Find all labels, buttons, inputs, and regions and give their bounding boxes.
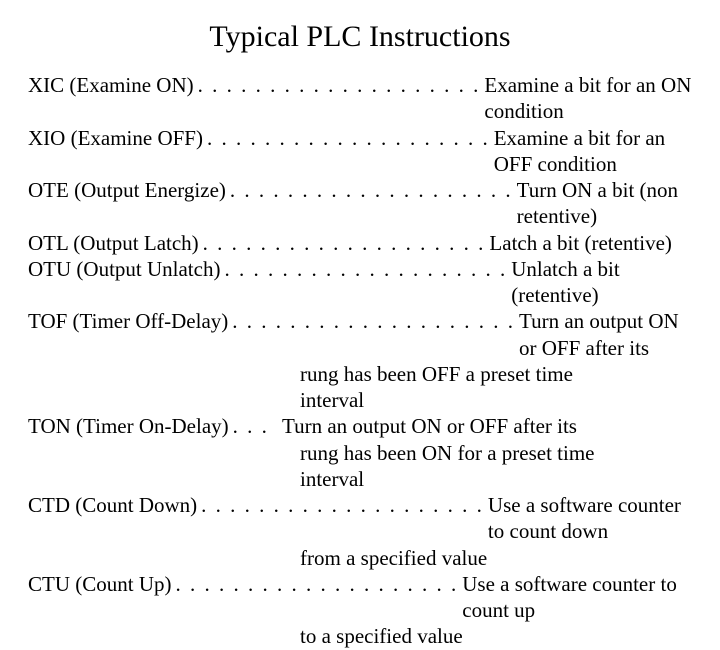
instruction-mnemonic: XIO (Examine OFF) (28, 125, 203, 151)
instruction-description: rung has been ON for a preset time (282, 440, 692, 466)
instruction-row-continuation: interval (28, 466, 692, 492)
page-title: Typical PLC Instructions (28, 20, 692, 54)
instruction-term-cell: CTD (Count Down) (28, 492, 488, 518)
instruction-description: from a specified value (282, 545, 692, 571)
instruction-mnemonic: XIC (Examine ON) (28, 72, 194, 98)
instruction-description: Turn an output ON or OFF after its (519, 308, 692, 361)
instruction-mnemonic: OTL (Output Latch) (28, 230, 199, 256)
leader-dots (194, 72, 485, 98)
instruction-mnemonic: TON (Timer On-Delay) (28, 413, 229, 439)
leader-dots (220, 256, 511, 282)
leader-dots (203, 125, 494, 151)
instruction-term-cell: OTL (Output Latch) (28, 230, 489, 256)
slide: Typical PLC Instructions XIC (Examine ON… (0, 0, 720, 540)
leader-dots (197, 492, 488, 518)
instruction-description: interval (282, 387, 692, 413)
leader-dots (229, 413, 282, 439)
instruction-description: rung has been OFF a preset time (282, 361, 692, 387)
instruction-description: Latch a bit (retentive) (489, 230, 692, 256)
instruction-mnemonic: OTU (Output Unlatch) (28, 256, 220, 282)
instruction-term-cell: CTU (Count Up) (28, 571, 462, 597)
instruction-row-continuation: rung has been OFF a preset time (28, 361, 692, 387)
instruction-description: Turn an output ON or OFF after its (282, 413, 692, 439)
instruction-description: Examine a bit for an OFF condition (494, 125, 692, 178)
instruction-row: OTL (Output Latch) Latch a bit (retentive… (28, 230, 692, 256)
instruction-term-cell: TOF (Timer Off-Delay) (28, 308, 519, 334)
instruction-row-continuation: rung has been ON for a preset time (28, 440, 692, 466)
instruction-description: Use a software counter to count down (488, 492, 692, 545)
instruction-row: CTD (Count Down) Use a software counter t… (28, 492, 692, 545)
instruction-term-cell: OTU (Output Unlatch) (28, 256, 511, 282)
instruction-term-cell: OTE (Output Energize) (28, 177, 517, 203)
instruction-description: Use a software counter to count up (462, 571, 692, 624)
instruction-term-cell: XIO (Examine OFF) (28, 125, 494, 151)
instruction-description: interval (282, 466, 692, 492)
instruction-term-cell: XIC (Examine ON) (28, 72, 484, 98)
instruction-row-continuation: to a specified value (28, 623, 692, 649)
instruction-mnemonic: CTU (Count Up) (28, 571, 172, 597)
instruction-row: TOF (Timer Off-Delay) Turn an output ON o… (28, 308, 692, 361)
leader-dots (172, 571, 463, 597)
instruction-description: Examine a bit for an ON condition (484, 72, 692, 125)
instruction-row: OTE (Output Energize) Turn ON a bit (non … (28, 177, 692, 230)
instruction-row: TON (Timer On-Delay) Turn an output ON or… (28, 413, 692, 439)
instruction-row: OTU (Output Unlatch) Unlatch a bit (reten… (28, 256, 692, 309)
instruction-mnemonic: TOF (Timer Off-Delay) (28, 308, 228, 334)
instruction-row-continuation: from a specified value (28, 545, 692, 571)
instruction-row: XIO (Examine OFF) Examine a bit for an OF… (28, 125, 692, 178)
instruction-term-cell: TON (Timer On-Delay) (28, 413, 282, 439)
instruction-row: XIC (Examine ON) Examine a bit for an ON … (28, 72, 692, 125)
instruction-description: Turn ON a bit (non retentive) (517, 177, 692, 230)
instruction-description: to a specified value (282, 623, 692, 649)
instruction-row-continuation: interval (28, 387, 692, 413)
instruction-list: XIC (Examine ON) Examine a bit for an ON … (28, 72, 692, 650)
instruction-mnemonic: CTD (Count Down) (28, 492, 197, 518)
instruction-mnemonic: OTE (Output Energize) (28, 177, 226, 203)
instruction-description: Unlatch a bit (retentive) (511, 256, 692, 309)
instruction-row: CTU (Count Up) Use a software counter to … (28, 571, 692, 624)
leader-dots (226, 177, 517, 203)
leader-dots (199, 230, 490, 256)
leader-dots (228, 308, 519, 334)
